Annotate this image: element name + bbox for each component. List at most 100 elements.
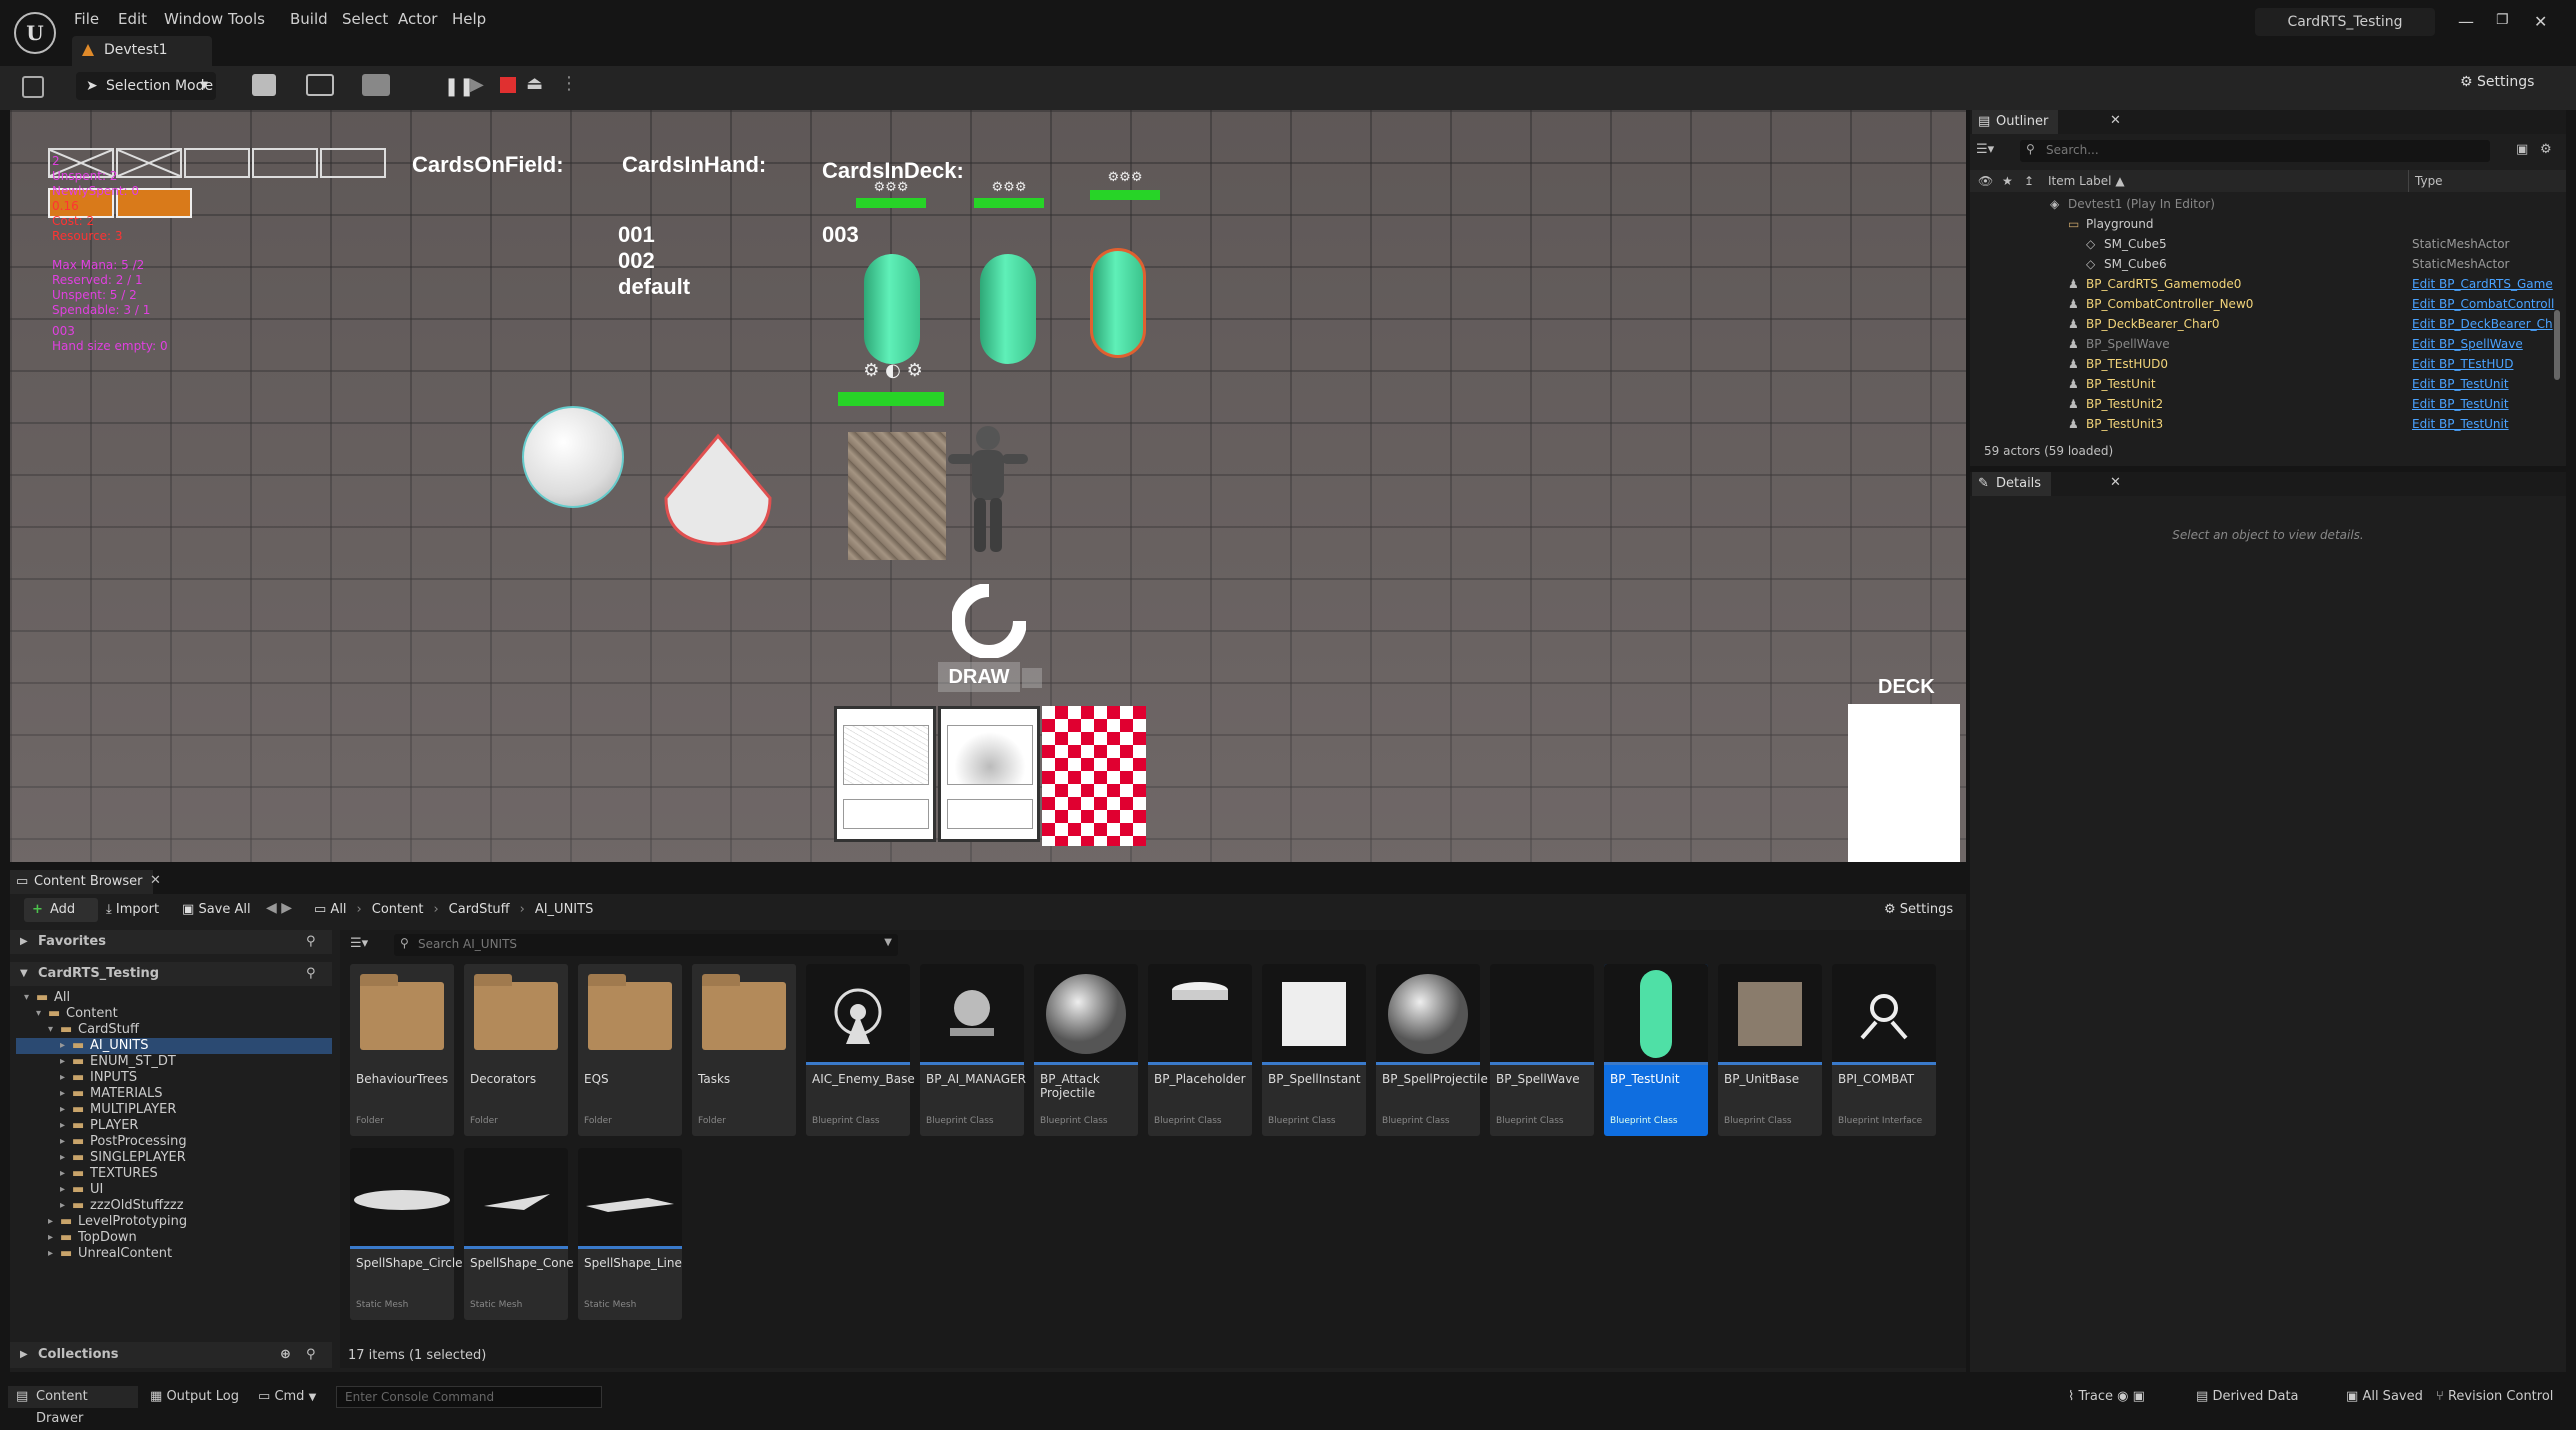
asset-tile[interactable]: BP_Attack Projectile Blueprint Class — [1034, 964, 1138, 1136]
tree-item[interactable]: ▸ ▬ UI — [16, 1182, 332, 1198]
tree-item[interactable]: ▸ ▬ ENUM_ST_DT — [16, 1054, 332, 1070]
tree-item[interactable]: ▸ ▬ MATERIALS — [16, 1086, 332, 1102]
close-tab-icon[interactable]: ✕ — [2110, 475, 2121, 490]
outliner-row-type[interactable]: Edit BP_TestUnit — [2412, 374, 2562, 394]
tree-chevron-icon[interactable]: ▸ — [60, 1054, 65, 1070]
draw-button[interactable]: DRAW — [938, 662, 1020, 692]
breadcrumb-item[interactable]: CardStuff — [449, 902, 510, 917]
tree-item[interactable]: ▸ ▬ SINGLEPLAYER — [16, 1150, 332, 1166]
content-browser-tab[interactable]: ▭ Content Browser — [10, 870, 153, 894]
menu-actor[interactable]: Actor — [398, 10, 437, 28]
menu-tools[interactable]: Tools — [228, 10, 265, 28]
asset-tile[interactable]: BehaviourTrees Folder — [350, 964, 454, 1136]
save-icon[interactable] — [22, 76, 44, 98]
menu-build[interactable]: Build — [290, 10, 328, 28]
unreal-logo-icon[interactable]: U — [14, 12, 56, 54]
outliner-row-type[interactable]: Edit BP_TestUnit — [2412, 414, 2562, 434]
tree-chevron-icon[interactable]: ▸ — [60, 1150, 65, 1166]
tree-chevron-icon[interactable]: ▸ — [60, 1182, 65, 1198]
tree-chevron-icon[interactable]: ▸ — [60, 1134, 65, 1150]
tree-chevron-icon[interactable]: ▸ — [60, 1102, 65, 1118]
menu-select[interactable]: Select — [342, 10, 388, 28]
hand-card-1[interactable] — [834, 706, 936, 842]
console-input[interactable]: Enter Console Command — [336, 1386, 602, 1408]
camera-icon[interactable]: ▣ — [2133, 1389, 2145, 1404]
lock-icon[interactable]: ↥ — [2024, 170, 2034, 192]
revision-control-button[interactable]: ⑂ Revision Control — [2436, 1386, 2553, 1408]
import-button[interactable]: ⤓ Import — [106, 898, 159, 922]
outliner-tab[interactable]: ▤ Outliner — [1972, 110, 2059, 134]
close-tab-icon[interactable]: ✕ — [150, 873, 161, 888]
minimize-icon[interactable]: — — [2458, 12, 2474, 31]
test-unit-capsule-selected[interactable] — [1090, 248, 1146, 358]
derived-data-button[interactable]: ▤ Derived Data — [2196, 1386, 2299, 1408]
tree-item[interactable]: ▸ ▬ AI_UNITS — [16, 1038, 332, 1054]
asset-tile[interactable]: EQS Folder — [578, 964, 682, 1136]
project-section[interactable]: ▼ CardRTS_Testing ⚲ — [10, 962, 332, 986]
pin-icon[interactable]: ★ — [2002, 170, 2013, 192]
asset-tile[interactable]: SpellShape_Circle Static Mesh — [350, 1148, 463, 1320]
add-folder-icon[interactable]: ▣ — [2516, 142, 2528, 157]
eject-icon[interactable]: ⏏ — [526, 73, 546, 94]
breadcrumb-item[interactable]: Content — [372, 902, 424, 917]
asset-tile[interactable]: BP_TestUnit Blueprint Class — [1604, 964, 1708, 1136]
asset-tile[interactable]: BP_Placeholder Blueprint Class — [1148, 964, 1252, 1136]
filter-icon[interactable]: ☰▾ — [350, 936, 368, 951]
level-viewport[interactable]: 2 Unspent: 2 NewlySpent: 0 0.16 Cost: 2 Resou… — [10, 110, 1966, 862]
cmd-dropdown[interactable]: ▭ Cmd ▼ — [258, 1386, 316, 1409]
outliner-row-type[interactable]: Edit BP_SpellWave — [2412, 334, 2562, 354]
content-settings-button[interactable]: ⚙ Settings — [1884, 898, 1953, 922]
menu-file[interactable]: File — [74, 10, 99, 28]
add-actor-icon[interactable] — [252, 74, 276, 96]
asset-tile[interactable]: Decorators Folder — [464, 964, 568, 1136]
asset-tile[interactable]: BPI_COMBAT Blueprint Interface — [1832, 964, 1936, 1136]
type-column[interactable]: Type — [2408, 170, 2443, 192]
content-drawer-button[interactable]: ▤ Content Drawer — [8, 1386, 138, 1426]
output-log-button[interactable]: ▦ Output Log — [150, 1386, 239, 1408]
tree-chevron-icon[interactable]: ▸ — [60, 1086, 65, 1102]
outliner-search-input[interactable]: ⚲ Search... — [2020, 140, 2490, 162]
outliner-row-type[interactable]: Edit BP_TEstHUD — [2412, 354, 2562, 374]
collections-section[interactable]: ▶ Collections ⊕ ⚲ — [10, 1342, 332, 1368]
tree-item[interactable]: ▸ ▬ zzzOldStuffzzz — [16, 1198, 332, 1214]
tree-chevron-icon[interactable]: ▾ — [24, 990, 29, 1006]
refresh-icon[interactable] — [952, 584, 1026, 658]
blueprint-icon[interactable] — [306, 74, 334, 96]
close-icon[interactable]: ✕ — [2534, 12, 2547, 31]
asset-tile[interactable]: AIC_Enemy_Base Blueprint Class — [806, 964, 915, 1136]
selection-mode-dropdown[interactable]: ➤ Selection Mode ▼ — [76, 72, 216, 100]
details-tab[interactable]: ✎ Details — [1972, 472, 2052, 496]
save-all-button[interactable]: ▣ Save All — [182, 898, 251, 922]
breadcrumb-item[interactable]: All — [330, 902, 346, 917]
menu-help[interactable]: Help — [452, 10, 486, 28]
tree-chevron-icon[interactable]: ▸ — [48, 1214, 53, 1230]
search-icon[interactable]: ⚲ — [306, 1342, 316, 1368]
outliner-row[interactable]: ◇ SM_Cube6 StaticMeshActor — [1970, 254, 2566, 274]
tree-item[interactable]: ▾ ▬ All — [16, 990, 332, 1006]
tree-chevron-icon[interactable]: ▾ — [48, 1022, 53, 1038]
hand-card-2[interactable] — [938, 706, 1040, 842]
outliner-row-type[interactable]: Edit BP_CardRTS_Game — [2412, 274, 2562, 294]
cinematics-icon[interactable] — [362, 74, 390, 96]
outliner-scrollbar[interactable] — [2554, 310, 2560, 380]
item-label-column[interactable]: Item Label ▲ — [2048, 170, 2125, 192]
tree-chevron-icon[interactable]: ▸ — [48, 1246, 53, 1262]
trace-button[interactable]: ⌇ Trace ◉ ▣ — [2068, 1386, 2145, 1408]
outliner-row[interactable]: ♟ BP_TEstHUD0 Edit BP_TEstHUD — [1970, 354, 2566, 374]
tree-chevron-icon[interactable]: ▸ — [60, 1166, 65, 1182]
asset-tile[interactable]: BP_SpellWave Blueprint Class — [1490, 964, 1594, 1136]
tree-chevron-icon[interactable]: ▸ — [60, 1038, 65, 1054]
tree-item[interactable]: ▸ ▬ UnrealContent — [16, 1246, 332, 1262]
restore-icon[interactable]: ❐ — [2496, 12, 2509, 28]
player-character[interactable] — [938, 422, 1038, 556]
outliner-row[interactable]: ♟ BP_CombatController_New0 Edit BP_CombatC… — [1970, 294, 2566, 314]
asset-search-input[interactable]: ⚲ Search AI_UNITS ▼ — [394, 934, 898, 956]
tree-chevron-icon[interactable]: ▸ — [48, 1230, 53, 1246]
tree-chevron-icon[interactable]: ▸ — [60, 1198, 65, 1214]
outliner-row[interactable]: ♟ BP_TestUnit2 Edit BP_TestUnit — [1970, 394, 2566, 414]
outliner-row[interactable]: ▭ Playground — [1970, 214, 2566, 234]
asset-tile[interactable]: BP_UnitBase Blueprint Class — [1718, 964, 1822, 1136]
history-nav[interactable]: ◀ ▶ — [266, 900, 292, 916]
all-saved-button[interactable]: ▣ All Saved — [2346, 1386, 2423, 1408]
outliner-settings-icon[interactable]: ⚙ — [2540, 142, 2552, 157]
